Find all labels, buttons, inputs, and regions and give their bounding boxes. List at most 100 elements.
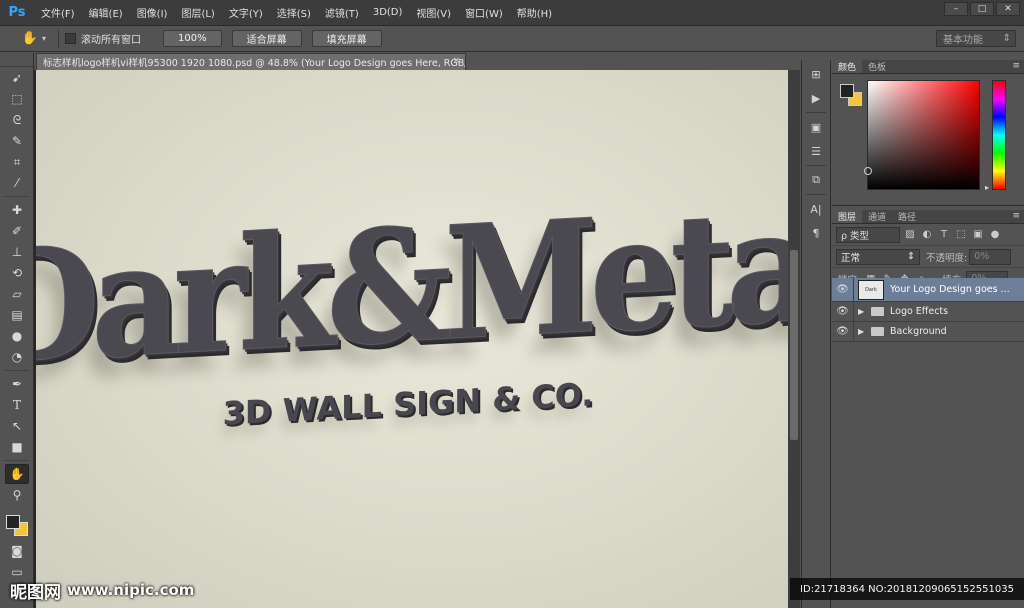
filter-type-icon[interactable]: T	[937, 228, 951, 242]
vertical-scrollbar[interactable]	[788, 70, 800, 608]
type-tool-icon[interactable]: T	[5, 395, 29, 415]
history-panel-icon[interactable]: ⊞	[806, 64, 826, 84]
chevron-down-icon: ⇕	[907, 251, 915, 262]
tab-channels[interactable]: 通道	[862, 210, 892, 223]
tab-paths[interactable]: 路径	[892, 210, 922, 223]
tab-swatches[interactable]: 色板	[862, 60, 892, 73]
clone-stamp-tool-icon[interactable]: ⊥	[5, 242, 29, 262]
hand-tool-preset-icon[interactable]: ✋	[18, 29, 42, 49]
actions-panel-icon[interactable]: ▶	[806, 88, 826, 108]
filter-smart-object-icon[interactable]: ▣	[971, 228, 985, 242]
menu-help[interactable]: 帮助(H)	[510, 5, 559, 20]
watermark-site: www.nipic.com	[67, 581, 195, 599]
pen-tool-icon[interactable]: ✒	[5, 374, 29, 394]
menu-layer[interactable]: 图层(L)	[174, 5, 221, 20]
quick-mask-icon[interactable]: ◙	[5, 541, 29, 561]
layer-name[interactable]: Logo Effects	[890, 306, 948, 317]
blend-row: 正常 ⇕ 不透明度: 0%	[832, 246, 1024, 268]
layer-name[interactable]: Background	[890, 326, 947, 337]
visibility-eye-icon[interactable]: 👁︎	[832, 277, 854, 302]
layer-row[interactable]: 👁︎ ▶ Background	[832, 321, 1024, 342]
healing-brush-tool-icon[interactable]: ✚	[5, 200, 29, 220]
menu-select[interactable]: 选择(S)	[270, 5, 318, 20]
blur-tool-icon[interactable]: ●	[5, 326, 29, 346]
filter-shape-icon[interactable]: ⬚	[954, 228, 968, 242]
hue-slider[interactable]	[992, 80, 1006, 190]
lasso-tool-icon[interactable]: ᘓ	[5, 110, 29, 130]
paragraph-panel-icon[interactable]: ¶	[806, 223, 826, 243]
path-selection-tool-icon[interactable]: ↖	[5, 416, 29, 436]
zoom-100-button[interactable]: 100%	[163, 30, 222, 47]
quick-selection-tool-icon[interactable]: ✎	[5, 131, 29, 151]
scroll-all-windows-checkbox[interactable]	[65, 33, 76, 44]
hue-slider-arrow-icon[interactable]: ▸	[985, 183, 989, 192]
visibility-eye-icon[interactable]: 👁︎	[832, 301, 854, 322]
chevron-down-icon[interactable]: ▾	[42, 34, 52, 43]
brush-tool-icon[interactable]: ✐	[5, 221, 29, 241]
layer-list: 👁︎ Dark Your Logo Design goes ... 👁︎ ▶ L…	[832, 277, 1024, 342]
close-document-icon[interactable]: ×	[452, 56, 460, 66]
tab-color[interactable]: 颜色	[832, 60, 863, 73]
tools-panel: ➹ ⬚ ᘓ ✎ ⌗ ⁄ ✚ ✐ ⊥ ⟲ ▱ ▤ ● ◔ ✒ T ↖ ■ ✋ ⚲ …	[0, 53, 34, 608]
nipic-watermark: 昵图网 www.nipic.com	[10, 579, 195, 603]
color-picker-marker[interactable]	[864, 167, 872, 175]
dodge-tool-icon[interactable]: ◔	[5, 347, 29, 367]
menu-3d[interactable]: 3D(D)	[366, 7, 410, 18]
tab-layers[interactable]: 图层	[832, 210, 863, 223]
brush-presets-panel-icon[interactable]: ⧉	[806, 170, 826, 190]
menu-view[interactable]: 视图(V)	[409, 5, 458, 20]
divider	[806, 112, 826, 113]
foreground-color-swatch[interactable]	[6, 515, 20, 529]
workspace-select[interactable]: 基本功能 ⇕	[936, 30, 1016, 47]
minimize-button[interactable]: –	[944, 2, 968, 16]
blend-mode-value: 正常	[841, 252, 861, 264]
scroll-all-windows-label: 滚动所有窗口	[81, 35, 141, 46]
layer-name[interactable]: Your Logo Design goes ...	[890, 284, 1010, 295]
hand-tool-icon[interactable]: ✋	[5, 464, 29, 484]
panel-menu-icon[interactable]: ≡	[1012, 211, 1020, 221]
color-field[interactable]	[864, 80, 980, 190]
filter-toggle-icon[interactable]: ●	[988, 228, 1002, 242]
menu-window[interactable]: 窗口(W)	[458, 5, 510, 20]
crop-tool-icon[interactable]: ⌗	[5, 152, 29, 172]
eraser-tool-icon[interactable]: ▱	[5, 284, 29, 304]
toolbar-grip[interactable]	[0, 53, 33, 67]
panel-foreground-swatch[interactable]	[840, 84, 854, 98]
maximize-button[interactable]: □	[970, 2, 994, 16]
filter-adjustment-icon[interactable]: ◐	[920, 228, 934, 242]
menu-edit[interactable]: 编辑(E)	[82, 5, 130, 20]
close-button[interactable]: ✕	[996, 2, 1020, 16]
properties-panel-icon[interactable]: ▣	[806, 117, 826, 137]
gradient-tool-icon[interactable]: ▤	[5, 305, 29, 325]
layer-row[interactable]: 👁︎ Dark Your Logo Design goes ...	[832, 277, 1024, 302]
fit-screen-button[interactable]: 适合屏幕	[231, 30, 302, 47]
scrollbar-thumb[interactable]	[790, 250, 798, 440]
expand-arrow-icon[interactable]: ▶	[858, 327, 868, 336]
color-panel: ▸	[832, 74, 1024, 206]
rectangle-tool-icon[interactable]: ■	[5, 437, 29, 457]
marquee-tool-icon[interactable]: ⬚	[5, 89, 29, 109]
fill-screen-button[interactable]: 填充屏幕	[311, 30, 382, 47]
layer-row[interactable]: 👁︎ ▶ Logo Effects	[832, 301, 1024, 322]
canvas[interactable]: Dark&Metal Dark&Metal Dark&Metal Dark&Me…	[36, 70, 788, 608]
workspace-label: 基本功能	[943, 35, 983, 46]
menu-file[interactable]: 文件(F)	[34, 5, 82, 20]
folder-icon	[871, 327, 884, 336]
opacity-field[interactable]: 0%	[969, 248, 1012, 265]
menu-type[interactable]: 文字(Y)	[222, 5, 270, 20]
history-brush-tool-icon[interactable]: ⟲	[5, 263, 29, 283]
move-tool-icon[interactable]: ➹	[5, 68, 29, 88]
menu-image[interactable]: 图像(I)	[130, 5, 175, 20]
adjustments-panel-icon[interactable]: ☰	[806, 141, 826, 161]
document-tab[interactable]: 标志样机logo样机vi样机95300 1920 1080.psd @ 48.8…	[36, 53, 466, 70]
layer-filter-select[interactable]: ρ 类型	[836, 226, 900, 243]
expand-arrow-icon[interactable]: ▶	[858, 307, 868, 316]
panel-menu-icon[interactable]: ≡	[1012, 61, 1020, 71]
blend-mode-select[interactable]: 正常 ⇕	[836, 248, 920, 265]
filter-pixel-icon[interactable]: ▨	[903, 228, 917, 242]
menu-filter[interactable]: 滤镜(T)	[318, 5, 366, 20]
eyedropper-tool-icon[interactable]: ⁄	[5, 173, 29, 193]
visibility-eye-icon[interactable]: 👁︎	[832, 321, 854, 342]
zoom-tool-icon[interactable]: ⚲	[5, 485, 29, 505]
character-panel-icon[interactable]: A|	[806, 199, 826, 219]
